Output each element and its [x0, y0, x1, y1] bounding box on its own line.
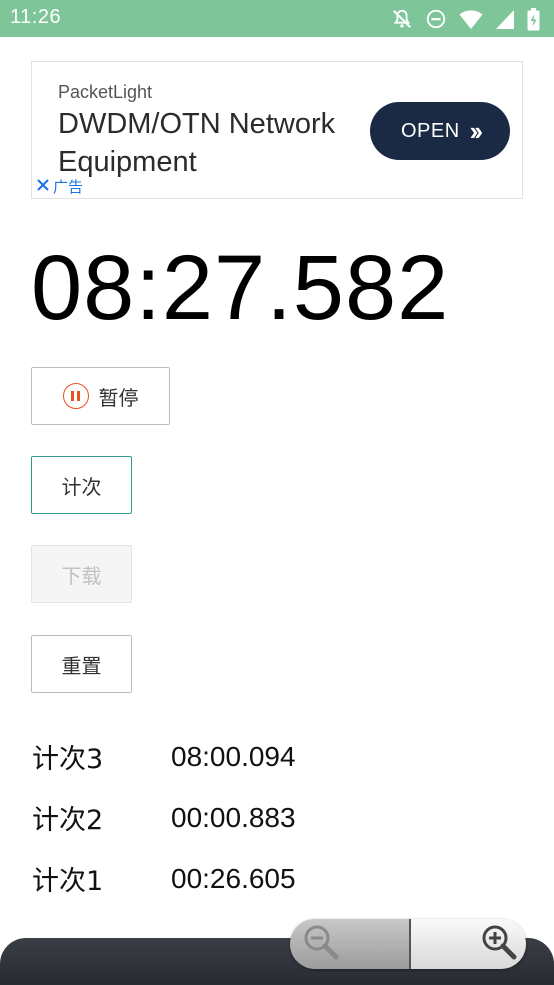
status-icons — [391, 7, 540, 31]
lap-name: 计次1 — [32, 866, 104, 897]
download-button[interactable]: 下载 — [31, 545, 132, 603]
ad-choices[interactable]: 广告 — [36, 176, 83, 197]
lap-time: 00:00.883 — [171, 801, 296, 833]
battery-icon — [527, 7, 540, 31]
stopwatch-display: 08:27.582 — [31, 237, 450, 339]
wifi-icon — [459, 8, 483, 30]
lap-button[interactable]: 计次 — [31, 456, 132, 514]
zoom-out-button[interactable] — [290, 919, 411, 969]
zoom-in-icon — [480, 923, 518, 965]
status-bar: 11:26 — [0, 0, 554, 37]
notifications-off-icon — [391, 8, 413, 30]
pause-icon — [62, 383, 89, 409]
chevron-double-right-icon: ›› — [469, 115, 483, 146]
close-icon[interactable] — [36, 178, 50, 196]
lap-name: 计次2 — [32, 805, 104, 836]
ad-banner[interactable]: PacketLight DWDM/OTN Network Equipment O… — [31, 61, 523, 199]
lap-row: 计次2 00:00.883 — [32, 787, 296, 848]
ad-open-label: OPEN — [400, 119, 460, 142]
ad-brand: PacketLight — [58, 82, 153, 102]
do-not-disturb-icon — [425, 8, 447, 30]
zoom-out-icon — [302, 923, 340, 965]
lap-list: 计次3 08:00.094 计次2 00:00.883 计次1 00:26.60… — [32, 726, 296, 909]
lap-row: 计次3 08:00.094 — [32, 726, 296, 787]
pause-button[interactable]: 暂停 — [31, 367, 170, 425]
pause-label: 暂停 — [98, 385, 139, 410]
status-time: 11:26 — [10, 6, 62, 28]
lap-time: 00:26.605 — [171, 862, 296, 894]
lap-row: 计次1 00:26.605 — [32, 848, 296, 909]
ad-open-button[interactable]: OPEN ›› — [370, 102, 510, 160]
zoom-in-button[interactable] — [411, 919, 526, 969]
lap-time: 08:00.094 — [171, 740, 296, 772]
ad-headline[interactable]: DWDM/OTN Network Equipment — [58, 105, 378, 181]
ad-label: 广告 — [53, 178, 84, 196]
lap-name: 计次3 — [32, 744, 104, 775]
reset-button[interactable]: 重置 — [31, 635, 132, 693]
signal-icon — [495, 8, 515, 30]
zoom-controls — [290, 919, 526, 969]
